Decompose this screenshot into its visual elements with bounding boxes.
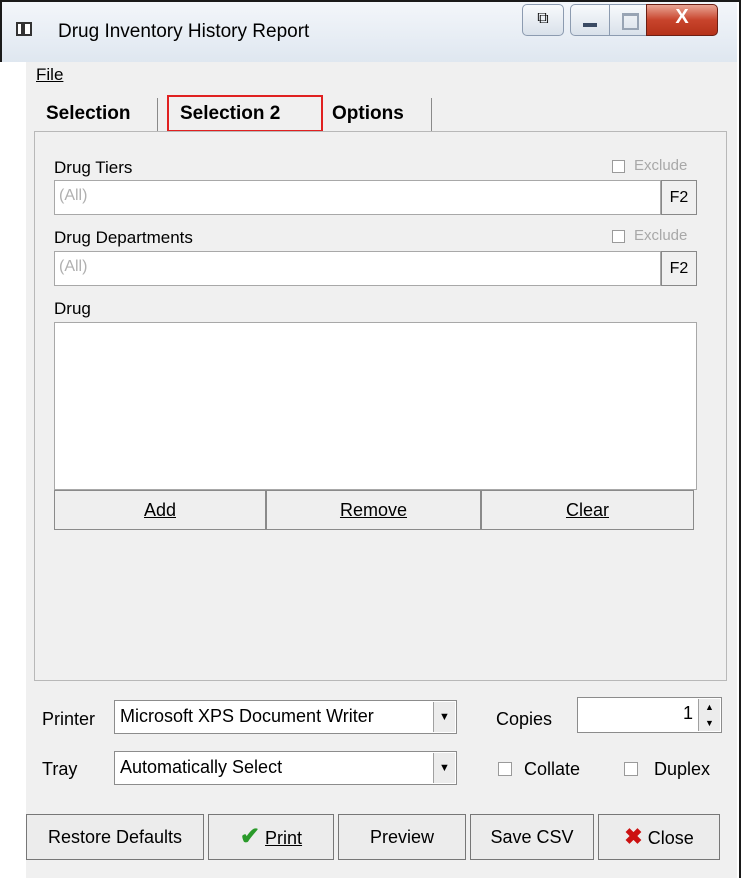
window-left-edge [0,62,26,878]
tray-label: Tray [42,759,78,779]
duplex-checkbox[interactable] [624,762,638,776]
close-button[interactable]: ✖ Close [598,814,720,860]
close-window-button[interactable]: X [646,4,718,36]
close-label: Close [647,828,694,848]
copies-value: 1 [682,703,693,723]
drug-tiers-exclude-checkbox[interactable] [612,160,625,173]
save-csv-button[interactable]: Save CSV [470,814,594,860]
menu-file[interactable]: File [36,65,63,85]
drug-departments-lookup-button[interactable]: F2 [661,251,697,286]
tray-value: Automatically Select [120,757,283,777]
restore-defaults-button[interactable]: Restore Defaults [26,814,204,860]
copy-icon: ⧉ [537,10,549,27]
drug-departments-exclude-checkbox[interactable] [612,230,625,243]
clear-button[interactable]: Clear [481,490,694,530]
tab-divider [431,98,432,131]
drug-label: Drug [54,299,91,318]
system-menu-button[interactable]: ⧉ [522,4,564,36]
tab-selection-2-label: Selection 2 [180,103,281,124]
remove-button[interactable]: Remove [266,490,481,530]
printer-select[interactable]: Microsoft XPS Document Writer ▼ [114,700,457,734]
copies-label: Copies [496,709,553,729]
minimize-button[interactable] [570,4,610,36]
collate-label: Collate [524,759,581,779]
drug-tiers-field[interactable]: (All) [54,180,661,215]
dropdown-arrow-icon[interactable]: ▼ [433,702,455,732]
spin-up-icon[interactable]: ▲ [698,699,720,716]
menu-bar: File [26,62,737,88]
spin-down-icon[interactable]: ▼ [698,715,720,731]
print-label: Print [265,828,303,848]
maximize-button[interactable] [609,4,647,36]
drug-departments-field[interactable]: (All) [54,251,661,286]
preview-button[interactable]: Preview [338,814,466,860]
printer-label: Printer [42,709,96,729]
app-icon [16,22,32,36]
drug-tiers-exclude-label: Exclude [634,157,688,174]
printer-value: Microsoft XPS Document Writer [120,706,374,726]
print-button[interactable]: ✔ Print [208,814,334,860]
drug-tiers-lookup-button[interactable]: F2 [661,180,697,215]
check-icon: ✔ [239,823,261,850]
x-icon: ✖ [624,824,643,849]
drug-tiers-label: Drug Tiers [54,158,133,177]
tray-select[interactable]: Automatically Select ▼ [114,751,457,785]
close-icon: X [675,6,689,28]
minimize-icon [571,13,609,27]
dropdown-arrow-icon[interactable]: ▼ [433,753,455,783]
tab-selection-2[interactable]: Selection 2 [167,95,323,132]
tab-divider [157,98,158,131]
collate-checkbox[interactable] [498,762,512,776]
window-title: Drug Inventory History Report [58,21,310,42]
drug-departments-exclude-label: Exclude [634,227,688,244]
title-bar: Drug Inventory History Report ⧉ X [2,2,737,62]
tab-selection[interactable]: Selection [46,103,130,125]
duplex-label: Duplex [654,759,711,779]
maximize-icon [622,13,639,30]
restore-defaults-label: Restore Defaults [47,827,183,847]
drug-departments-label: Drug Departments [54,228,193,247]
drug-list[interactable] [54,322,697,490]
add-button[interactable]: Add [54,490,266,530]
copies-stepper[interactable]: 1 ▲ ▼ [577,697,722,733]
tab-options[interactable]: Options [332,103,404,125]
